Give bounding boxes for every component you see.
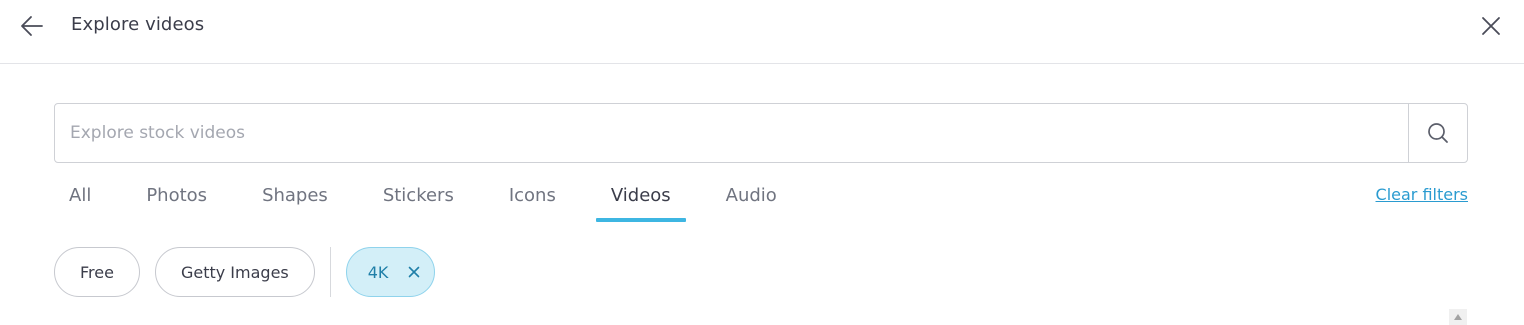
- chip-getty-images[interactable]: Getty Images: [154, 247, 315, 297]
- close-button[interactable]: [1477, 12, 1505, 40]
- search-box: [54, 103, 1468, 163]
- tab-icons[interactable]: Icons: [494, 180, 571, 222]
- tab-stickers[interactable]: Stickers: [368, 180, 469, 222]
- tab-audio[interactable]: Audio: [711, 180, 792, 222]
- category-tabs: All Photos Shapes Stickers Icons Videos …: [54, 180, 817, 224]
- header: Explore videos: [0, 0, 1524, 64]
- remove-filter-button[interactable]: [406, 264, 422, 280]
- tab-videos[interactable]: Videos: [595, 180, 686, 222]
- tab-photos[interactable]: Photos: [131, 180, 222, 222]
- search-button[interactable]: [1408, 104, 1467, 162]
- close-icon: [409, 266, 420, 278]
- chip-4k[interactable]: 4K: [345, 247, 436, 297]
- tab-shapes[interactable]: Shapes: [247, 180, 343, 222]
- tab-all[interactable]: All: [54, 180, 106, 222]
- arrow-left-icon: [21, 16, 43, 36]
- chip-label: 4K: [367, 262, 389, 282]
- page-title: Explore videos: [71, 14, 205, 35]
- chip-label: Free: [80, 262, 114, 282]
- filter-chips: Free Getty Images 4K: [54, 247, 450, 297]
- chip-divider: [329, 247, 331, 297]
- chip-label: Getty Images: [180, 262, 289, 282]
- close-icon: [1482, 17, 1500, 35]
- search-input[interactable]: [55, 104, 1408, 162]
- chip-free[interactable]: Free: [54, 247, 140, 297]
- clear-filters-link[interactable]: Clear filters: [1376, 185, 1468, 204]
- scrollbar-up-arrow[interactable]: [1449, 309, 1467, 325]
- triangle-up-icon: [1454, 314, 1462, 320]
- back-button[interactable]: [18, 12, 46, 40]
- search-icon: [1428, 123, 1448, 143]
